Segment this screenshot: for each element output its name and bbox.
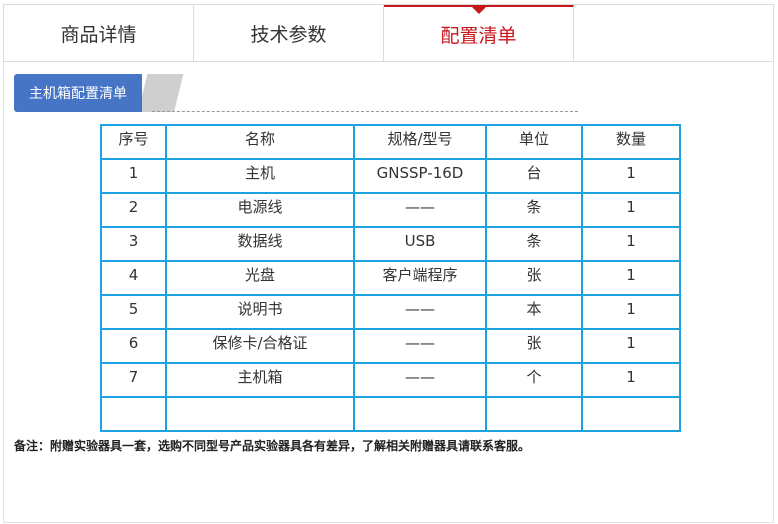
- cell-name: [165, 396, 355, 432]
- header-model: 规格/型号: [353, 124, 487, 160]
- cell-index: 4: [100, 260, 167, 296]
- table-row: 4 光盘 客户端程序 张 1: [100, 260, 681, 296]
- cell-model: ——: [353, 192, 487, 228]
- cell-quantity: 1: [581, 328, 681, 364]
- cell-index: [100, 396, 167, 432]
- cell-quantity: 1: [581, 362, 681, 398]
- cell-quantity: 1: [581, 294, 681, 330]
- cell-name: 说明书: [165, 294, 355, 330]
- remark-note: 备注：附赠实验器具一套，选购不同型号产品实验器具各有差异，了解相关附赠器具请联系…: [14, 439, 531, 453]
- cell-index: 1: [100, 158, 167, 194]
- section-title: 主机箱配置清单: [14, 74, 142, 112]
- cell-unit: 本: [485, 294, 583, 330]
- table-row: 3 数据线 USB 条 1: [100, 226, 681, 262]
- cell-model: 客户端程序: [353, 260, 487, 296]
- cell-model: [353, 396, 487, 432]
- cell-unit: [485, 396, 583, 432]
- table-row: 7 主机箱 —— 个 1: [100, 362, 681, 398]
- cell-quantity: 1: [581, 158, 681, 194]
- cell-name: 光盘: [165, 260, 355, 296]
- tab-bar: 商品详情 技术参数 配置清单: [3, 4, 774, 62]
- tab-label: 商品详情: [60, 23, 137, 46]
- cell-unit: 条: [485, 226, 583, 262]
- cell-model: ——: [353, 362, 487, 398]
- active-indicator-icon: [471, 7, 486, 14]
- cell-quantity: 1: [581, 226, 681, 262]
- cell-name: 主机箱: [165, 362, 355, 398]
- cell-index: 5: [100, 294, 167, 330]
- table-row-empty: [100, 396, 681, 432]
- cell-quantity: 1: [581, 192, 681, 228]
- table-row: 5 说明书 —— 本 1: [100, 294, 681, 330]
- header-unit: 单位: [485, 124, 583, 160]
- cell-unit: 台: [485, 158, 583, 194]
- tab-tech-specs[interactable]: 技术参数: [194, 5, 384, 61]
- section-tag-shadow: [138, 74, 184, 112]
- cell-index: 6: [100, 328, 167, 364]
- cell-name: 保修卡/合格证: [165, 328, 355, 364]
- table-row: 2 电源线 —— 条 1: [100, 192, 681, 228]
- cell-model: ——: [353, 328, 487, 364]
- table-header-row: 序号 名称 规格/型号 单位 数量: [100, 124, 681, 160]
- cell-unit: 张: [485, 260, 583, 296]
- cell-model: GNSSP-16D: [353, 158, 487, 194]
- divider: [152, 111, 578, 112]
- cell-unit: 个: [485, 362, 583, 398]
- tab-product-details[interactable]: 商品详情: [4, 5, 194, 61]
- tab-empty: [574, 5, 773, 61]
- cell-unit: 张: [485, 328, 583, 364]
- cell-unit: 条: [485, 192, 583, 228]
- cell-index: 3: [100, 226, 167, 262]
- table-row: 1 主机 GNSSP-16D 台 1: [100, 158, 681, 194]
- section-header: 主机箱配置清单: [14, 74, 578, 114]
- cell-name: 数据线: [165, 226, 355, 262]
- tab-config-list[interactable]: 配置清单: [384, 5, 574, 61]
- cell-model: USB: [353, 226, 487, 262]
- tab-label: 技术参数: [250, 23, 327, 46]
- cell-name: 电源线: [165, 192, 355, 228]
- cell-quantity: 1: [581, 260, 681, 296]
- tab-label: 配置清单: [440, 24, 517, 47]
- table-row: 6 保修卡/合格证 —— 张 1: [100, 328, 681, 364]
- header-index: 序号: [100, 124, 167, 160]
- cell-index: 2: [100, 192, 167, 228]
- header-quantity: 数量: [581, 124, 681, 160]
- cell-quantity: [581, 396, 681, 432]
- header-name: 名称: [165, 124, 355, 160]
- cell-index: 7: [100, 362, 167, 398]
- cell-name: 主机: [165, 158, 355, 194]
- cell-model: ——: [353, 294, 487, 330]
- config-table: 序号 名称 规格/型号 单位 数量 1 主机 GNSSP-16D 台 1 2 电…: [100, 124, 681, 432]
